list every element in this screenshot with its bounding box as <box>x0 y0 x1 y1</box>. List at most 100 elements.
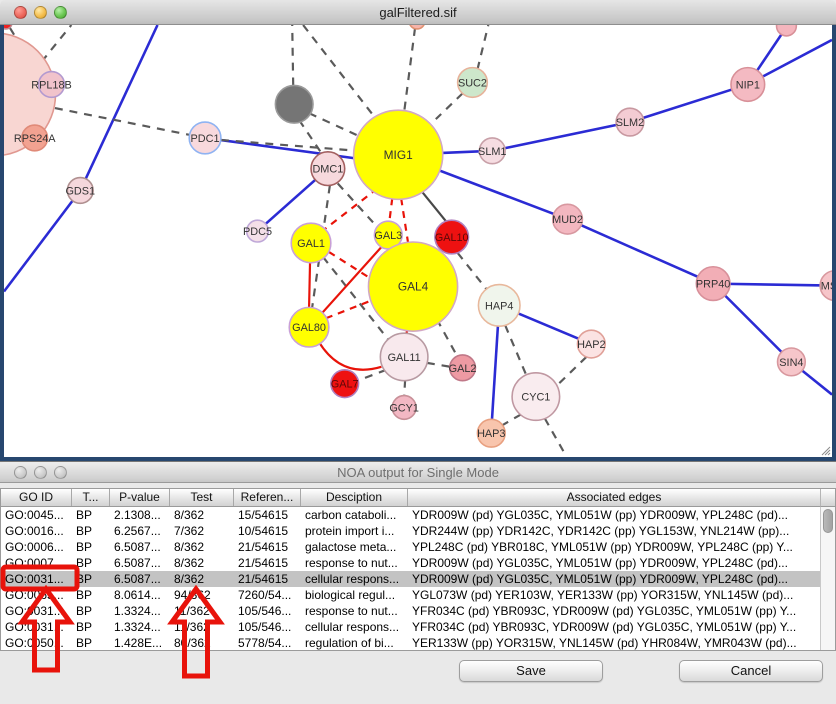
graph-edge-pd[interactable] <box>477 25 488 70</box>
table-cell[interactable]: cellular respons... <box>301 619 408 635</box>
table-cell[interactable]: 1.428E... <box>110 635 170 650</box>
scrollbar-track[interactable] <box>820 507 835 650</box>
table-cell[interactable]: BP <box>72 587 110 603</box>
table-cell[interactable]: BP <box>72 539 110 555</box>
table-row[interactable]: GO:0016...BP6.2567...7/36210/54615protei… <box>1 523 820 539</box>
table-cell[interactable]: response to nut... <box>301 603 408 619</box>
graph-node-SLM2[interactable]: SLM2 <box>616 108 644 136</box>
graph-edge-pd[interactable] <box>358 370 387 381</box>
vertical-scrollbar[interactable] <box>820 489 835 650</box>
graph-node-SIN4[interactable]: SIN4 <box>778 348 806 376</box>
table-cell[interactable]: YPL248C (pd) YBR018C, YML051W (pp) YDR00… <box>408 539 820 555</box>
graph-node-GDS1[interactable]: GDS1 <box>65 178 95 204</box>
graph-edge-pd[interactable] <box>555 357 587 388</box>
graph-edge-pd[interactable] <box>427 363 451 367</box>
graph-edge-pp[interactable] <box>492 122 630 151</box>
table-cell[interactable]: 8.0614... <box>110 587 170 603</box>
graph-node-NIP1[interactable]: NIP1 <box>731 68 765 102</box>
table-cell[interactable]: regulation of bi... <box>301 635 408 650</box>
table-row[interactable]: GO:0007...BP6.5087...8/36221/54615respon… <box>1 555 820 571</box>
table-cell[interactable]: GO:0006... <box>1 539 72 555</box>
table-cell[interactable]: 11/362 <box>170 603 234 619</box>
scrollbar-thumb[interactable] <box>823 509 833 533</box>
table-cell[interactable]: BP <box>72 571 110 587</box>
graph-node-GAL80[interactable]: GAL80 <box>289 307 329 347</box>
table-row[interactable]: GO:0050...BP1.428E...80/3625778/54...reg… <box>1 635 820 650</box>
column-header-t-[interactable]: T... <box>72 489 110 506</box>
column-header-go-id[interactable]: GO ID <box>1 489 72 506</box>
graph-edge-rs[interactable] <box>319 342 381 370</box>
graph-node-GAL4[interactable]: GAL4 <box>368 242 457 331</box>
graph-node-GCY1[interactable]: GCY1 <box>389 396 419 420</box>
graph-edge-pp[interactable] <box>713 284 832 286</box>
graph-node-unlabeled[interactable] <box>275 85 313 123</box>
graph-node-CYC1[interactable]: CYC1 <box>512 373 560 421</box>
column-header-desciption[interactable]: Desciption <box>301 489 408 506</box>
table-cell[interactable]: BP <box>72 555 110 571</box>
table-row[interactable]: GO:0065...BP8.0614...94/3627260/54...bio… <box>1 587 820 603</box>
network-canvas[interactable]: RPL18BRPS24AGDS1PDC1DMC1MIG1SUC2NIP1SLM2… <box>0 25 836 461</box>
table-cell[interactable]: 2.1308... <box>110 507 170 523</box>
table-cell[interactable]: GO:0050... <box>1 635 72 650</box>
graph-edge-pd[interactable] <box>292 25 293 85</box>
graph-node-MSL5[interactable]: MSL5 <box>820 271 832 301</box>
graph-node-unlabeled[interactable] <box>777 25 797 36</box>
column-header-p-value[interactable]: P-value <box>110 489 170 506</box>
table-cell[interactable]: GO:0045... <box>1 507 72 523</box>
graph-edge-pd[interactable] <box>436 93 463 119</box>
graph-node-unlabeled[interactable] <box>409 25 425 29</box>
table-cell[interactable]: GO:0016... <box>1 523 72 539</box>
table-cell[interactable]: carbon cataboli... <box>301 507 408 523</box>
table-cell[interactable]: YER133W (pp) YOR315W, YNL145W (pd) YHR08… <box>408 635 820 650</box>
network-window-titlebar[interactable]: galFiltered.sif <box>0 0 836 25</box>
resize-grip-icon[interactable] <box>819 444 831 456</box>
table-cell[interactable]: BP <box>72 507 110 523</box>
table-cell[interactable]: YFR034C (pd) YBR093C, YDR009W (pd) YGL03… <box>408 603 820 619</box>
table-row[interactable]: GO:0045...BP2.1308...8/36215/54615carbon… <box>1 507 820 523</box>
noa-window-titlebar[interactable]: NOA output for Single Mode <box>0 462 836 483</box>
table-cell[interactable]: GO:0031... <box>1 603 72 619</box>
graph-node-PDC1[interactable]: PDC1 <box>189 122 221 154</box>
table-cell[interactable]: 1.3324... <box>110 603 170 619</box>
column-header-referen-[interactable]: Referen... <box>234 489 301 506</box>
graph-edge-pp[interactable] <box>630 84 748 122</box>
graph-node-GAL1[interactable]: GAL1 <box>291 223 331 263</box>
table-cell[interactable]: 8/362 <box>170 555 234 571</box>
table-cell[interactable]: protein import i... <box>301 523 408 539</box>
graph-edge-rd[interactable] <box>389 198 392 222</box>
graph-node-GAL2[interactable]: GAL2 <box>449 355 477 381</box>
cancel-button[interactable]: Cancel <box>679 660 823 682</box>
table-row[interactable]: GO:0031...BP1.3324...11/362105/546...res… <box>1 603 820 619</box>
graph-edge-pd[interactable] <box>42 25 72 62</box>
graph-edge-pd[interactable] <box>404 28 415 112</box>
graph-edge-pp[interactable] <box>80 25 157 190</box>
network-graph[interactable]: RPL18BRPS24AGDS1PDC1DMC1MIG1SUC2NIP1SLM2… <box>4 25 832 457</box>
graph-node-SLM1[interactable]: SLM1 <box>478 138 506 164</box>
table-cell[interactable]: response to nut... <box>301 555 408 571</box>
graph-node-PRP40[interactable]: PRP40 <box>696 267 730 301</box>
graph-node-MUD2[interactable]: MUD2 <box>552 204 583 234</box>
table-cell[interactable]: YDR009W (pd) YGL035C, YML051W (pp) YDR00… <box>408 555 820 571</box>
graph-edge-sd[interactable] <box>421 190 447 222</box>
table-row[interactable]: GO:0031...BP1.3324...11/362105/546...cel… <box>1 619 820 635</box>
graph-node-GAL10[interactable]: GAL10 <box>435 220 469 254</box>
save-button[interactable]: Save <box>459 660 603 682</box>
table-cell[interactable]: YDR244W (pp) YDR142C, YDR142C (pp) YGL15… <box>408 523 820 539</box>
graph-node-DMC1[interactable]: DMC1 <box>311 152 345 186</box>
table-cell[interactable]: 5778/54... <box>234 635 301 650</box>
table-cell[interactable]: GO:0065... <box>1 587 72 603</box>
graph-node-MIG1[interactable]: MIG1 <box>354 110 443 199</box>
table-cell[interactable]: BP <box>72 619 110 635</box>
column-header-associated-edges[interactable]: Associated edges <box>408 489 820 506</box>
graph-node-HAP2[interactable]: HAP2 <box>577 330 605 358</box>
table-cell[interactable]: 94/362 <box>170 587 234 603</box>
graph-edge-pd[interactable] <box>309 113 357 135</box>
table-cell[interactable]: 8/362 <box>170 539 234 555</box>
graph-edge-pd[interactable] <box>299 120 322 154</box>
graph-node-SUC2[interactable]: SUC2 <box>458 68 488 98</box>
table-cell[interactable]: 6.2567... <box>110 523 170 539</box>
table-cell[interactable]: galactose meta... <box>301 539 408 555</box>
graph-edge-pp[interactable] <box>4 190 80 291</box>
graph-node-HAP4[interactable]: HAP4 <box>478 285 520 327</box>
table-cell[interactable]: 105/546... <box>234 619 301 635</box>
